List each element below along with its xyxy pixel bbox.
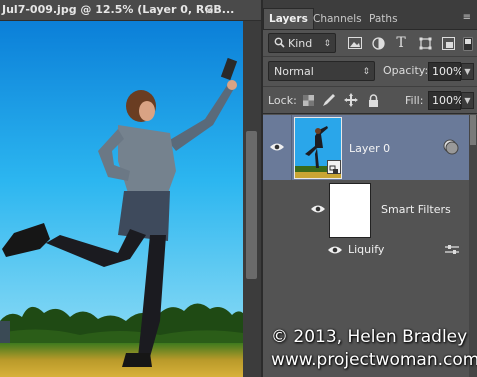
adjustment-filter-icon[interactable] [370,35,386,51]
smart-filters-row[interactable]: Smart Filters [263,180,469,240]
document-vertical-scrollbar[interactable] [243,21,261,377]
lock-image-icon[interactable] [321,92,337,108]
eye-icon[interactable] [311,204,325,214]
lock-label: Lock: [268,94,297,107]
column-divider [291,115,292,180]
lock-transparent-icon[interactable] [300,92,316,108]
tab-channels[interactable]: Channels [308,9,367,29]
layers-panel: Layers Channels Paths ≡ Kind ⇕ T Normal … [263,0,477,377]
lock-all-icon[interactable] [365,92,381,108]
eye-icon[interactable] [270,142,284,152]
scroll-thumb[interactable] [246,131,257,279]
smart-filter-indicator-icon [443,139,459,155]
document-canvas[interactable] [0,21,243,377]
filter-kind-dropdown[interactable]: Kind ⇕ [268,33,336,53]
separator [263,113,477,114]
eye-icon[interactable] [328,245,342,255]
tab-paths[interactable]: Paths [364,9,403,29]
fill-chevron-down-icon[interactable]: ▼ [461,92,474,109]
smart-object-filter-icon[interactable] [440,35,456,51]
separator [263,56,477,57]
opacity-chevron-down-icon[interactable]: ▼ [461,63,474,80]
smart-object-badge-icon [327,160,341,174]
chevron-updown-icon: ⇕ [323,39,331,49]
website-text: www.projectwoman.com [271,350,477,370]
opacity-label: Opacity: [383,64,429,77]
chevron-updown-icon: ⇕ [362,67,370,77]
shape-filter-icon[interactable] [417,35,433,51]
scroll-thumb[interactable] [470,115,476,145]
close-icon[interactable]: × [204,3,214,17]
image-filter-icon[interactable] [347,35,363,51]
document-tab[interactable]: Jul7-009.jpg @ 12.5% (Layer 0, RGB... × [0,0,262,21]
lock-position-icon[interactable] [343,92,359,108]
document-title: Jul7-009.jpg @ 12.5% (Layer 0, RGB... [2,3,235,16]
panel-tab-bar: Layers Channels Paths ≡ [263,0,477,30]
search-icon [274,37,285,48]
photo-image [0,21,243,377]
blend-mode-dropdown[interactable]: Normal ⇕ [268,61,375,81]
layer-row-layer-0[interactable]: Layer 0 [263,115,469,180]
fill-label: Fill: [405,94,424,107]
liquify-label: Liquify [348,243,385,256]
smart-filters-label: Smart Filters [381,203,451,216]
filter-toggle-icon[interactable] [460,36,476,52]
layer-name-label: Layer 0 [349,142,391,155]
copyright-text: © 2013, Helen Bradley [271,327,468,347]
tab-layers[interactable]: Layers [263,8,314,29]
fill-field[interactable]: 100% [428,91,463,110]
panel-scrollbar[interactable] [469,115,477,377]
type-filter-icon[interactable]: T [393,35,409,51]
panel-menu-icon[interactable]: ≡ [463,12,471,23]
separator [263,86,477,87]
liquify-filter-row[interactable]: Liquify [263,240,469,260]
filter-kind-label: Kind [288,37,313,50]
opacity-field[interactable]: 100% [428,62,463,81]
filter-mask-thumbnail [329,183,371,238]
blend-mode-value: Normal [274,65,314,78]
filter-options-icon[interactable] [445,244,459,256]
